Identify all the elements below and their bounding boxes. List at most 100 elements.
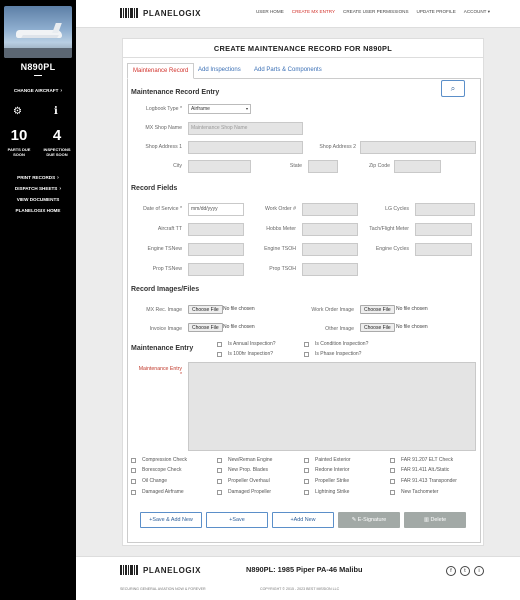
invoice-image-choose-button[interactable]: Choose File (188, 323, 223, 332)
footer-copyright: Copyright © 2015 - 2023 Best Mission LLC (260, 587, 340, 591)
logbook-type-select[interactable]: Airframe ▾ (188, 104, 251, 114)
shop-address-1-input[interactable] (188, 141, 303, 154)
work-order-label: Work Order # (264, 206, 296, 212)
checklist-checkbox[interactable]: Oil Change (131, 478, 167, 484)
checklist-checkbox[interactable]: FAR 91.207 ELT Check (390, 457, 453, 463)
top-bar: PLANELOGIX User Home Create MX Entry Cre… (76, 0, 520, 28)
checklist-label: Propeller Strike (315, 478, 350, 484)
instagram-icon[interactable]: i (474, 566, 484, 576)
inspections-due-label[interactable]: Inspections Due Soon (40, 147, 74, 157)
dispatch-sheets-link[interactable]: Dispatch Sheets › (0, 186, 76, 192)
checkbox-box (217, 478, 222, 484)
checklist-checkbox[interactable]: Damaged Propeller (217, 489, 271, 495)
checklist-checkbox[interactable]: Borescope Check (131, 467, 181, 473)
shop-address-2-label: Shop Address 2 (319, 144, 356, 150)
lg-cycles-input[interactable] (415, 203, 475, 216)
view-documents-link[interactable]: View Documents (0, 197, 76, 202)
state-input[interactable] (308, 160, 338, 173)
shop-name-input[interactable]: Maintenance Shop Name (188, 122, 303, 135)
change-aircraft-link[interactable]: Change Aircraft › (0, 88, 76, 94)
twitter-icon[interactable]: t (460, 566, 470, 576)
top-nav: User Home Create MX Entry Create User Pe… (256, 9, 490, 15)
zip-code-input[interactable] (394, 160, 441, 173)
trash-icon: ▥ (423, 517, 431, 523)
100hr-inspection-checkbox[interactable]: Is 100hr Inspection? (217, 351, 273, 357)
tach-meter-input[interactable] (415, 223, 472, 236)
facebook-icon[interactable]: f (446, 566, 456, 576)
tab-add-inspections[interactable]: Add Inspections (193, 63, 246, 79)
checkbox-box (217, 457, 222, 463)
state-label: State (289, 163, 302, 169)
checklist-checkbox[interactable]: FAR 91.413 Transponder (390, 478, 457, 484)
hobbs-meter-input[interactable] (302, 223, 358, 236)
engine-tsoh-input[interactable] (302, 243, 358, 256)
shop-address-2-input[interactable] (360, 141, 476, 154)
checklist-checkbox[interactable]: New Prop. Blades (217, 467, 268, 473)
other-image-choose-button[interactable]: Choose File (360, 323, 395, 332)
footer-brand-name: PLANELOGIX (143, 565, 202, 575)
condition-inspection-checkbox[interactable]: Is Condition Inspection? (304, 341, 368, 347)
city-input[interactable] (188, 160, 251, 173)
e-signature-button[interactable]: ✎ E-Signature (338, 512, 400, 528)
checklist-checkbox[interactable]: New Tachometer (390, 489, 438, 495)
work-order-image-choose-button[interactable]: Choose File (360, 305, 395, 314)
checklist-checkbox[interactable]: Redone Interior (304, 467, 349, 473)
engine-tsnew-input[interactable] (188, 243, 244, 256)
aircraft-photo (4, 6, 72, 58)
brand-logo[interactable]: PLANELOGIX (120, 8, 201, 18)
checklist-label: Borescope Check (142, 467, 182, 473)
checklist-label: Redone Interior (315, 467, 350, 473)
checklist-checkbox[interactable]: Damaged Airframe (131, 489, 184, 495)
tab-maintenance-record[interactable]: Maintenance Record (127, 63, 195, 79)
checklist-checkbox[interactable]: Propeller Strike (304, 478, 349, 484)
footer-brand-logo[interactable]: PLANELOGIX (120, 565, 201, 575)
e-signature-label: E-Signature (357, 517, 387, 523)
divider (123, 57, 483, 58)
phase-inspection-checkbox[interactable]: Is Phase Inspection? (304, 351, 361, 357)
work-order-input[interactable] (302, 203, 358, 216)
nav-account[interactable]: Account ▾ (464, 9, 490, 15)
print-records-link[interactable]: Print Records › (0, 175, 76, 181)
checklist-checkbox[interactable]: FAR 91.411 Alt./Static (390, 467, 449, 473)
date-of-service-input[interactable]: mm/dd/yyyy (188, 203, 244, 216)
save-and-add-new-button[interactable]: +Save & Add New (140, 512, 202, 528)
nav-create-user-permissions[interactable]: Create User Permissions (343, 9, 409, 15)
checklist-checkbox[interactable]: Lightning Strike (304, 489, 349, 495)
checklist-checkbox[interactable]: Propeller Overhaul (217, 478, 270, 484)
nav-create-mx-entry[interactable]: Create MX Entry (292, 9, 335, 15)
checklist-checkbox[interactable]: Compression Check (131, 457, 187, 463)
add-new-button[interactable]: +Add New (272, 512, 334, 528)
prop-tsoh-input[interactable] (302, 263, 358, 276)
checkbox-box (390, 489, 395, 495)
parts-due-label[interactable]: Parts Due Soon (2, 147, 36, 157)
prop-tsnew-input[interactable] (188, 263, 244, 276)
mx-rec-image-choose-button[interactable]: Choose File (188, 305, 223, 314)
save-label: Save (232, 517, 245, 523)
checkbox-box (131, 467, 136, 473)
annual-inspection-checkbox[interactable]: Is Annual Inspection? (217, 341, 276, 347)
tail-number: N890PL (20, 62, 56, 72)
save-button[interactable]: +Save (206, 512, 268, 528)
checklist-label: New Tachometer (401, 489, 439, 495)
engine-cycles-label: Engine Cycles (375, 246, 409, 252)
planelogix-home-link[interactable]: Planelogix Home (0, 208, 76, 213)
checklist-checkbox[interactable]: Painted Exterior (304, 457, 351, 463)
shop-name-label: MX Shop Name (145, 125, 182, 131)
engine-tsoh-label: Engine TSOH (264, 246, 296, 252)
city-label: City (173, 163, 182, 169)
nav-user-home[interactable]: User Home (256, 9, 284, 15)
nav-update-profile[interactable]: Update Profile (417, 9, 456, 15)
delete-button[interactable]: ▥ Delete (404, 512, 466, 528)
mx-rec-image-label: MX Rec. Image (146, 307, 182, 313)
gear-icon[interactable]: ⚙ (13, 106, 22, 117)
info-icon[interactable]: i (54, 106, 58, 117)
tab-add-parts-components[interactable]: Add Parts & Components (249, 63, 327, 79)
engine-cycles-input[interactable] (415, 243, 472, 256)
other-image-status: No file chosen (396, 324, 428, 330)
binoculars-icon[interactable]: ⌕ (441, 80, 465, 97)
checklist-checkbox[interactable]: New/Reman Engine (217, 457, 272, 463)
maintenance-entry-textarea[interactable] (188, 362, 476, 451)
aircraft-tt-input[interactable] (188, 223, 244, 236)
save-and-add-new-label: Save & Add New (152, 517, 193, 523)
shop-address-1-label: Shop Address 1 (145, 144, 182, 150)
